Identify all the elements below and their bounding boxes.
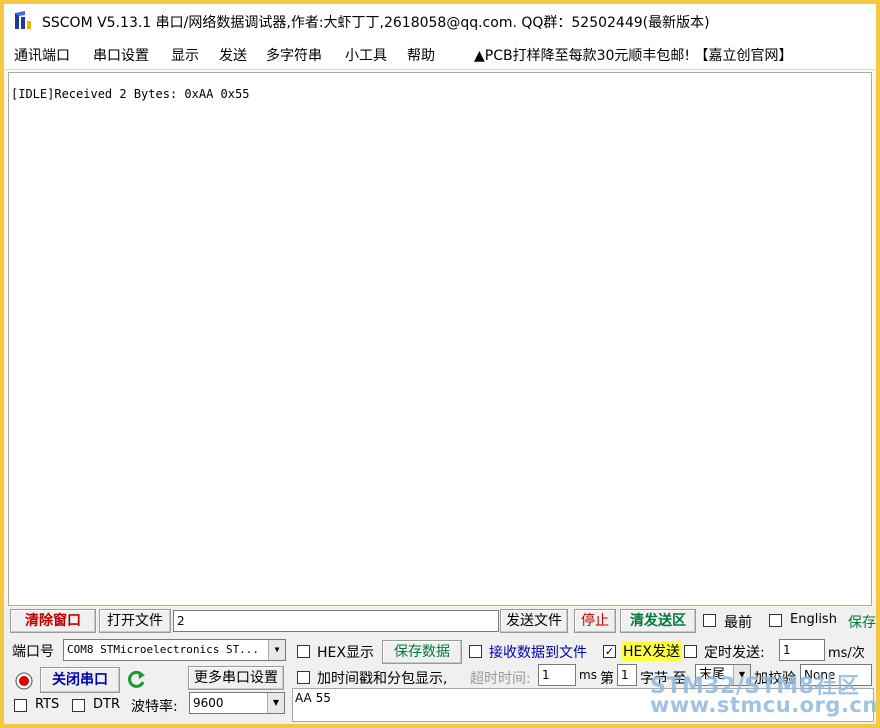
menu-display[interactable]: 显示: [171, 45, 199, 65]
hex-send-checkbox[interactable]: ✓: [603, 645, 616, 658]
interval-unit: ms/次: [828, 646, 865, 661]
port-select-value: COM8 STMicroelectronics ST...: [67, 643, 260, 656]
more-serial-settings-button[interactable]: 更多串口设置: [188, 666, 284, 690]
hex-send-label: HEX发送: [621, 641, 682, 661]
menu-serial-settings[interactable]: 串口设置: [93, 45, 149, 65]
output-line: [IDLE]Received 2 Bytes: 0xAA 0x55: [11, 87, 250, 101]
open-file-button[interactable]: 打开文件: [99, 609, 171, 633]
baud-label: 波特率:: [131, 699, 178, 715]
save-params-button[interactable]: 保存: [848, 612, 876, 632]
timestamp-label: 加时间戳和分包显示,: [317, 671, 448, 687]
menu-help[interactable]: 帮助: [407, 45, 435, 65]
dtr-label: DTR: [93, 697, 120, 712]
watermark-url: www.stmcu.org.cn: [650, 693, 878, 717]
file-path-input[interactable]: 2: [173, 610, 499, 632]
timeout-input[interactable]: 1: [538, 664, 576, 686]
byte-prefix: 第: [600, 671, 614, 687]
clear-send-area-button[interactable]: 清发送区: [620, 609, 696, 633]
stop-button[interactable]: 停止: [574, 609, 616, 633]
topmost-label: 最前: [724, 615, 752, 631]
baud-select[interactable]: 9600 ▼: [189, 692, 285, 714]
window-title: SSCOM V5.13.1 串口/网络数据调试器,作者:大虾丁丁,2618058…: [42, 15, 710, 31]
rts-checkbox[interactable]: [14, 699, 27, 712]
menu-ad-link[interactable]: ▲PCB打样降至每款30元顺丰包邮! 【嘉立创官网】: [474, 45, 792, 65]
interval-input[interactable]: 1: [779, 639, 825, 661]
menu-tools[interactable]: 小工具: [345, 45, 387, 65]
refresh-icon[interactable]: [125, 669, 147, 691]
port-status-icon: [15, 672, 33, 690]
timeout-label: 超时时间:: [470, 671, 531, 687]
send-file-button[interactable]: 发送文件: [500, 609, 568, 633]
save-data-button[interactable]: 保存数据: [382, 640, 462, 664]
chevron-down-icon: ▼: [267, 693, 284, 713]
port-select[interactable]: COM8 STMicroelectronics ST... ▼: [63, 639, 286, 661]
recv-to-file-checkbox[interactable]: [469, 645, 482, 658]
port-label: 端口号: [12, 644, 54, 660]
topmost-checkbox[interactable]: [703, 614, 716, 627]
timestamp-checkbox[interactable]: [297, 671, 310, 684]
menu-multi-string[interactable]: 多字符串: [266, 45, 322, 65]
timed-send-checkbox[interactable]: [684, 645, 697, 658]
close-port-button[interactable]: 关闭串口: [40, 667, 120, 693]
rts-label: RTS: [35, 697, 60, 712]
timed-send-label: 定时发送:: [704, 645, 765, 661]
menu-send[interactable]: 发送: [219, 45, 247, 65]
sscom-logo-icon: [15, 11, 31, 29]
baud-select-value: 9600: [193, 696, 224, 710]
chevron-down-icon: ▼: [268, 640, 285, 660]
english-checkbox[interactable]: [769, 614, 782, 627]
menu-comm-port[interactable]: 通讯端口: [14, 45, 70, 65]
dtr-checkbox[interactable]: [72, 699, 85, 712]
receive-output-area[interactable]: [8, 72, 872, 606]
clear-window-button[interactable]: 清除窗口: [10, 609, 96, 633]
send-text: AA 55: [295, 691, 331, 705]
hex-display-checkbox[interactable]: [297, 645, 310, 658]
english-label: English: [790, 612, 837, 627]
recv-to-file-label: 接收数据到文件: [489, 645, 587, 661]
byte-start-input[interactable]: 1: [617, 664, 637, 686]
timeout-unit: ms: [579, 668, 597, 682]
hex-display-label: HEX显示: [317, 645, 374, 661]
